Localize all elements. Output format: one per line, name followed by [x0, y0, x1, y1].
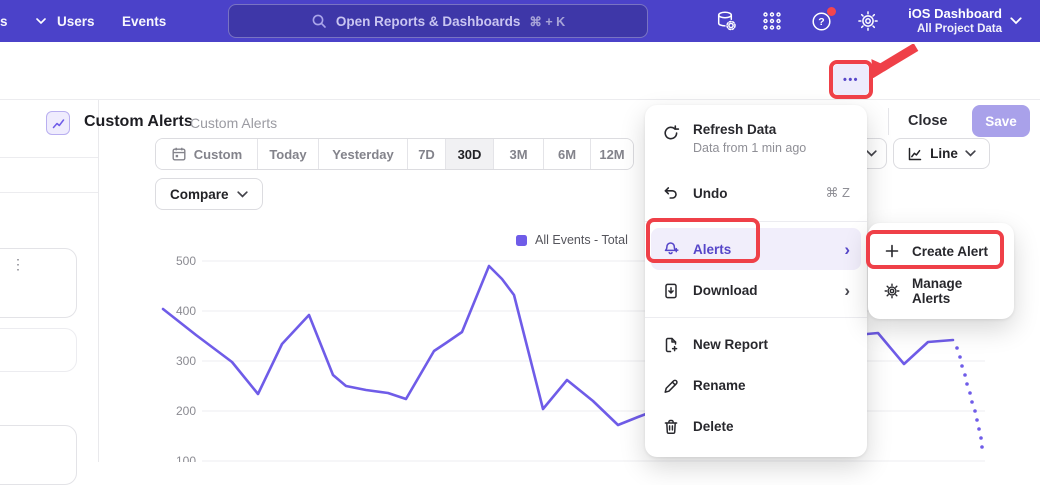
pencil-icon	[662, 377, 680, 395]
menu-item-refresh-data[interactable]: Refresh Data Data from 1 min ago	[645, 115, 867, 171]
menu-item-new-report[interactable]: New Report	[645, 324, 867, 365]
line-chart-icon	[907, 146, 923, 162]
series-color-swatch	[516, 235, 527, 246]
bell-plus-icon	[662, 240, 680, 258]
left-panel-divider	[0, 192, 98, 193]
close-button[interactable]: Close	[908, 113, 948, 129]
settings-gear-icon[interactable]	[856, 9, 880, 33]
menu-item-shortcut: ⌘ Z	[825, 185, 850, 201]
left-panel-divider	[0, 157, 98, 158]
project-switcher[interactable]: iOS Dashboard All Project Data	[890, 5, 1002, 36]
kebab-menu-icon[interactable]: ⋮	[11, 257, 25, 271]
chevron-down-icon	[36, 18, 46, 24]
nav-item-events[interactable]: Events	[122, 0, 166, 42]
trash-icon	[662, 418, 680, 436]
menu-item-undo[interactable]: Undo ⌘ Z	[645, 171, 867, 215]
chevron-right-icon: ›	[844, 241, 850, 258]
panel-divider	[98, 100, 99, 462]
gear-icon	[883, 282, 901, 300]
submenu-item-label: Create Alert	[912, 244, 988, 259]
chart-type-label: Line	[930, 146, 958, 161]
menu-item-delete[interactable]: Delete	[645, 406, 867, 447]
menu-item-rename[interactable]: Rename	[645, 365, 867, 406]
search-input[interactable]: Open Reports & Dashboards ⌘ + K	[228, 4, 648, 38]
menu-item-label: Rename	[693, 378, 746, 393]
chevron-right-icon: ›	[844, 282, 850, 299]
compare-button[interactable]: Compare	[155, 178, 263, 210]
help-icon[interactable]: ?	[810, 9, 834, 33]
compare-label: Compare	[170, 187, 229, 202]
nav-item-users[interactable]: Users	[57, 0, 95, 42]
menu-item-alerts[interactable]: Alerts ›	[651, 228, 861, 270]
svg-text:400: 400	[176, 304, 196, 318]
menu-item-label: New Report	[693, 337, 768, 352]
menu-item-label: Alerts	[693, 242, 731, 257]
submenu-item-label: Manage Alerts	[912, 276, 999, 306]
date-range-30d[interactable]: 30D	[446, 139, 494, 169]
menu-divider	[645, 317, 867, 318]
date-range-label: Custom	[194, 147, 242, 162]
menu-item-label: Download	[693, 283, 758, 298]
submenu-item-manage-alerts[interactable]: Manage Alerts	[868, 271, 1014, 311]
svg-text:?: ?	[818, 16, 824, 28]
query-card[interactable]: ⋮	[0, 248, 77, 318]
more-options-button[interactable]: •••	[833, 64, 869, 95]
date-range-control: Custom Today Yesterday 7D 30D 3M 6M 12M	[155, 138, 634, 170]
chevron-down-icon[interactable]	[1010, 17, 1022, 25]
menu-item-download[interactable]: Download ›	[645, 270, 867, 311]
report-chart-icon	[46, 111, 70, 135]
alerts-submenu: Create Alert Manage Alerts	[868, 223, 1014, 319]
search-shortcut: ⌘ + K	[529, 14, 565, 29]
query-card[interactable]	[0, 328, 77, 372]
menu-item-label: Refresh Data	[693, 122, 806, 137]
apps-grid-icon[interactable]	[760, 9, 784, 33]
series-label: All Events - Total	[535, 233, 628, 247]
date-range-7d[interactable]: 7D	[408, 139, 446, 169]
report-options-menu: Refresh Data Data from 1 min ago Undo ⌘ …	[645, 105, 867, 457]
calendar-icon	[171, 146, 187, 162]
svg-text:200: 200	[176, 404, 196, 418]
date-range-custom[interactable]: Custom	[156, 139, 258, 169]
svg-text:500: 500	[176, 254, 196, 268]
menu-item-label: Undo	[693, 186, 728, 201]
download-document-icon	[662, 282, 680, 300]
menu-item-sublabel: Data from 1 min ago	[693, 141, 806, 155]
refresh-icon	[662, 124, 680, 142]
menu-item-label: Delete	[693, 419, 734, 434]
date-range-3m[interactable]: 3M	[494, 139, 544, 169]
query-card[interactable]	[0, 425, 77, 485]
project-scope: All Project Data	[890, 22, 1002, 36]
svg-text:100: 100	[176, 454, 196, 462]
menu-divider	[645, 221, 867, 222]
plus-icon	[883, 242, 901, 260]
report-header: Custom Alerts Custom Alerts GV Duplicate…	[0, 42, 1040, 100]
header-divider	[888, 108, 889, 135]
chevron-down-icon	[237, 191, 248, 198]
date-range-today[interactable]: Today	[258, 139, 319, 169]
undo-icon	[662, 184, 680, 202]
date-range-12m[interactable]: 12M	[591, 139, 633, 169]
chart-type-button[interactable]: Line	[893, 138, 990, 169]
chevron-down-icon	[866, 150, 877, 157]
notification-badge	[827, 7, 836, 16]
breadcrumb[interactable]: Custom Alerts	[190, 115, 277, 131]
submenu-item-create-alert[interactable]: Create Alert	[868, 231, 1014, 271]
svg-text:300: 300	[176, 354, 196, 368]
top-navbar: s Users Events Open Reports & Dashboards…	[0, 0, 1040, 42]
search-icon	[311, 13, 327, 29]
chart-legend: All Events - Total	[516, 233, 628, 247]
new-document-icon	[662, 336, 680, 354]
data-management-icon[interactable]	[714, 9, 738, 33]
search-placeholder: Open Reports & Dashboards	[336, 14, 521, 29]
chevron-down-icon	[965, 150, 976, 157]
project-name: iOS Dashboard	[890, 5, 1002, 22]
save-button[interactable]: Save	[972, 105, 1030, 137]
date-range-yesterday[interactable]: Yesterday	[319, 139, 408, 169]
nav-item-truncated[interactable]: s	[0, 0, 46, 42]
page-title: Custom Alerts	[84, 113, 193, 131]
date-range-6m[interactable]: 6M	[544, 139, 591, 169]
